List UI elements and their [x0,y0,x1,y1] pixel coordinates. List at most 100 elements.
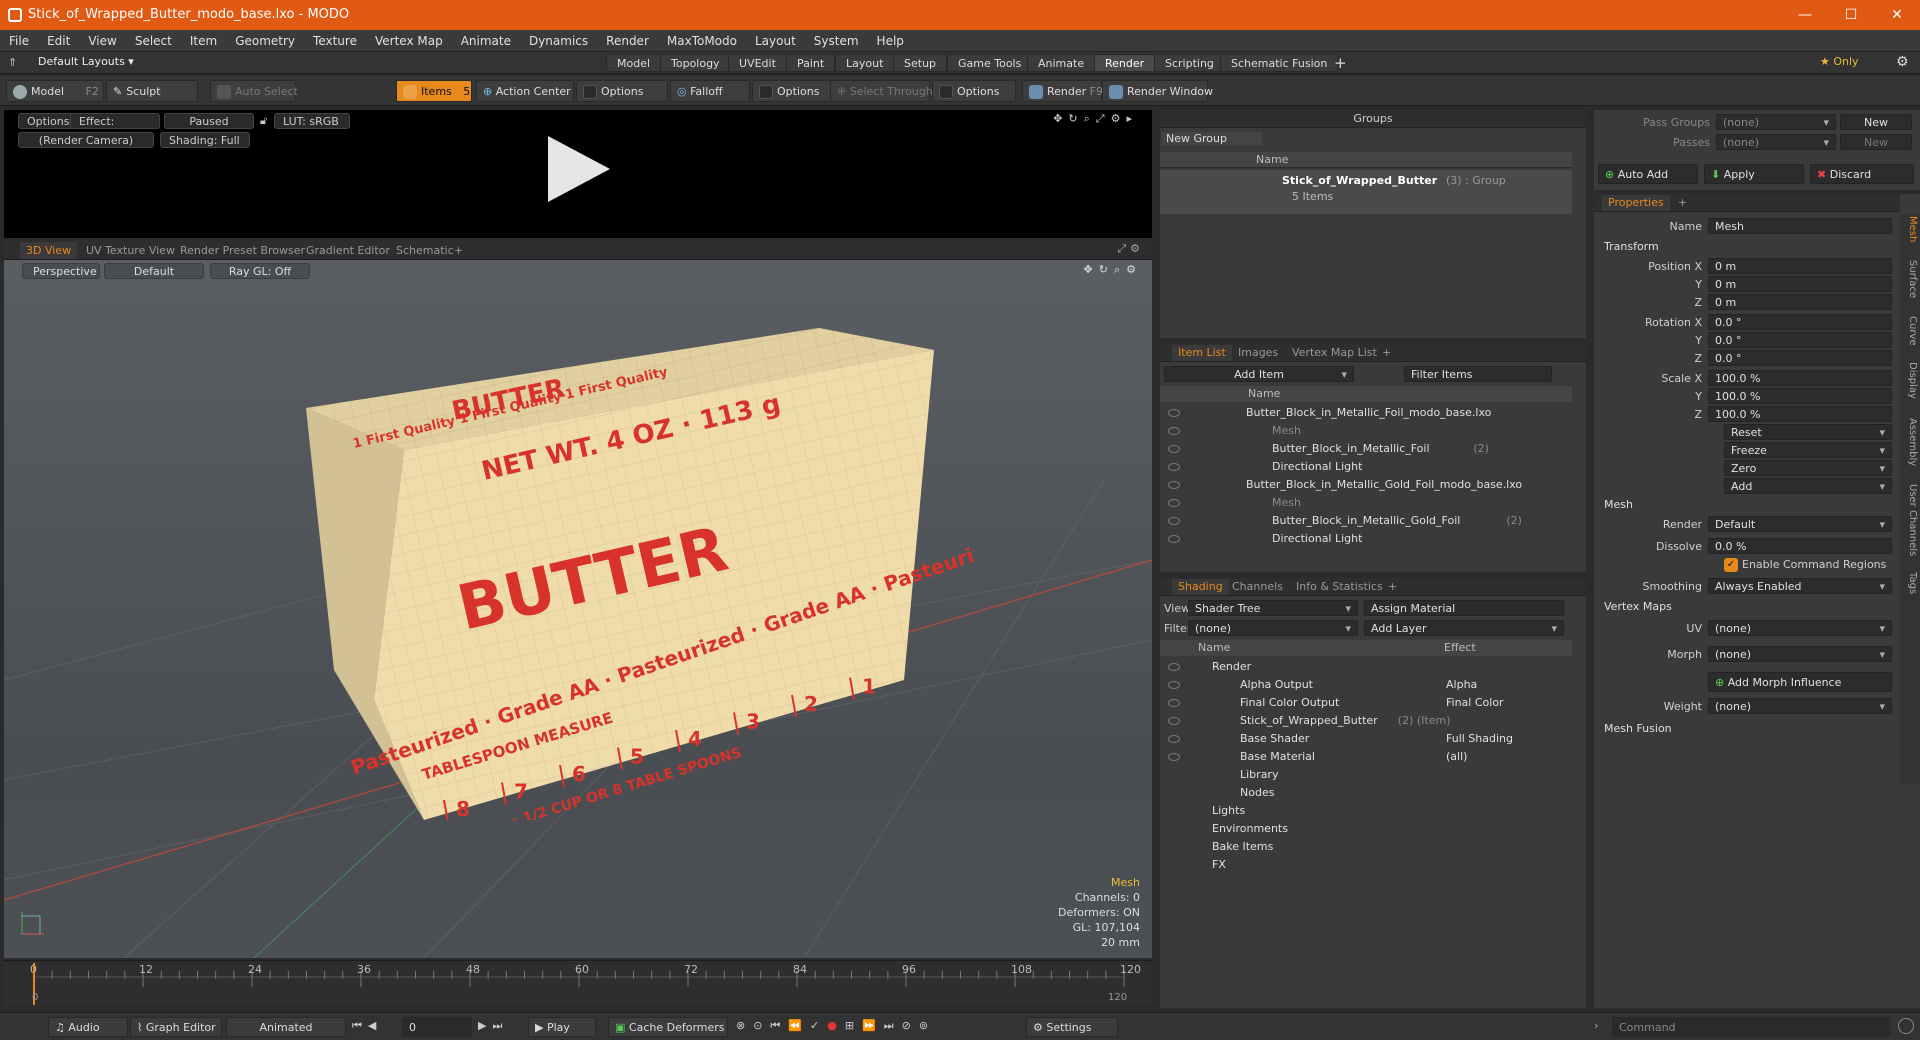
falloff-button[interactable]: ◎ Falloff [670,80,750,102]
menu-dynamics[interactable]: Dynamics [520,30,597,52]
item-list-row[interactable]: Butter_Block_in_Metallic_Foil_modo_base.… [1160,404,1572,422]
add-layer-dropdown[interactable]: Add Layer [1364,620,1564,637]
command-history-icon[interactable] [1898,1018,1914,1034]
menu-animate[interactable]: Animate [452,30,520,52]
scale-z-input[interactable]: 100.0 % [1708,406,1892,422]
rotation-y-input[interactable]: 0.0 ° [1708,332,1892,348]
shader-tree-row[interactable]: Final Color Output Final Color [1160,694,1572,712]
command-expand-icon[interactable]: › [1594,1019,1598,1032]
visibility-eye-icon[interactable] [1168,463,1180,471]
dissolve-input[interactable]: 0.0 % [1708,538,1892,554]
lock-icon[interactable]: 🔓︎ [260,114,267,128]
new-group-button[interactable]: New Group [1162,132,1262,145]
menu-edit[interactable]: Edit [38,30,79,52]
shader-effect[interactable]: Final Color [1446,694,1504,712]
tab-gradient-editor[interactable]: Gradient Editor [300,242,396,259]
tab-schematic-fusion[interactable]: Schematic Fusion [1220,54,1339,72]
play-icon[interactable] [544,134,614,204]
select-through-button[interactable]: ⁜ Select Through [830,80,933,102]
add-dropdown[interactable]: Add [1724,478,1892,495]
rotation-x-input[interactable]: 0.0 ° [1708,314,1892,330]
3d-viewport[interactable]: Perspective Default Ray GL: Off ✥↻⌕⚙ BUT… [4,260,1152,958]
filter-items-input[interactable]: Filter Items [1404,366,1552,382]
new-pass-group-button[interactable]: New [1840,114,1912,130]
transport-back-icons[interactable]: ⏮◀ [352,1019,382,1033]
group-row[interactable]: Stick_of_Wrapped_Butter (3) : Group 5 It… [1160,170,1572,214]
close-button[interactable]: ✕ [1874,0,1920,30]
position-x-input[interactable]: 0 m [1708,258,1892,274]
paused-toggle[interactable]: Paused [164,113,254,129]
tab-setup[interactable]: Setup [893,54,948,72]
shader-tree-row[interactable]: Render [1160,658,1572,676]
layout-collapse-icon[interactable]: ⇑ [8,56,17,69]
item-list-row[interactable]: Mesh [1160,494,1572,512]
enable-command-regions-checkbox[interactable]: ✓ Enable Command Regions [1724,558,1886,572]
tab-info-statistics[interactable]: Info & Statistics [1290,579,1389,595]
tab-shading[interactable]: Shading [1172,579,1229,595]
shader-tree-row[interactable]: Stick_of_Wrapped_Butter (2) (Item) [1160,712,1572,730]
side-tab-assembly[interactable]: Assembly [1902,418,1918,466]
view-dropdown[interactable]: Shader Tree [1188,600,1358,617]
morph-dropdown[interactable]: (none) [1708,646,1892,663]
position-z-input[interactable]: 0 m [1708,294,1892,310]
item-list-row[interactable]: Directional Light [1160,458,1572,476]
item-list-row[interactable]: Directional Light [1160,530,1572,548]
shader-tree-row[interactable]: Lights [1160,802,1572,820]
shading-mode-dropdown[interactable]: Default [104,263,204,279]
items-mode-button[interactable]: Items 5 [396,80,472,102]
tab-vertex-map-list[interactable]: Vertex Map List [1286,345,1383,361]
render-button[interactable]: Render F9 [1022,80,1103,102]
render-dropdown[interactable]: Default [1708,516,1892,533]
side-tab-mesh[interactable]: Mesh [1902,216,1918,242]
audio-button[interactable]: ♫ Audio [48,1017,128,1037]
preview-nav-icons[interactable]: ✥↻⌕⤢⚙▸ [1053,112,1138,126]
tab-model[interactable]: Model [606,54,662,72]
command-input[interactable]: Command [1612,1017,1890,1037]
add-item-dropdown[interactable]: Add Item [1164,366,1354,383]
render-preview[interactable]: Options Effect: (Shadi... Paused 🔓︎ LUT:… [4,110,1152,238]
uv-dropdown[interactable]: (none) [1708,620,1892,637]
add-view-tab-button[interactable]: + [448,242,469,259]
visibility-eye-icon[interactable] [1168,535,1180,543]
menu-select[interactable]: Select [126,30,181,52]
scale-x-input[interactable]: 100.0 % [1708,370,1892,386]
settings-button[interactable]: ⚙ Settings [1026,1017,1118,1037]
tab-animate[interactable]: Animate [1027,54,1096,72]
groups-name-column[interactable]: Name [1256,153,1288,166]
filter-dropdown[interactable]: (none) [1188,620,1358,637]
maximize-button[interactable]: ☐ [1828,0,1874,30]
action-center-button[interactable]: ⊕ Action Center [476,80,574,102]
render-camera-dropdown[interactable]: (Render Camera) [18,132,154,148]
shader-tree-row[interactable]: Nodes [1160,784,1572,802]
side-tab-user-channels[interactable]: User Channels [1902,484,1918,556]
graph-editor-button[interactable]: ⌇ Graph Editor [130,1017,222,1037]
visibility-eye-icon[interactable] [1168,499,1180,507]
shader-tree-row[interactable]: Base Material (all) [1160,748,1572,766]
visibility-eye-icon[interactable] [1168,517,1180,525]
reset-dropdown[interactable]: Reset [1724,424,1892,441]
menu-file[interactable]: File [0,30,38,52]
add-morph-influence-button[interactable]: ⊕ Add Morph Influence [1708,672,1892,692]
menu-render[interactable]: Render [597,30,658,52]
tab-uv-texture-view[interactable]: UV Texture View [80,242,181,259]
tab-game-tools[interactable]: Game Tools [947,54,1033,72]
tab-layout[interactable]: Layout [835,54,895,72]
rotation-z-input[interactable]: 0.0 ° [1708,350,1892,366]
tab-topology[interactable]: Topology [660,54,731,72]
lut-dropdown[interactable]: LUT: sRGB [274,113,350,129]
tab-paint[interactable]: Paint [786,54,836,72]
freeze-dropdown[interactable]: Freeze [1724,442,1892,459]
visibility-eye-icon[interactable] [1168,699,1180,707]
sculpt-mode-button[interactable]: ✎ Sculpt [106,80,198,102]
menu-maxtomodo[interactable]: MaxToModo [658,30,746,52]
assign-material-button[interactable]: Assign Material [1364,600,1564,616]
vertex-maps-section[interactable]: Vertex Maps [1604,600,1672,613]
add-shading-tab-button[interactable]: + [1382,579,1403,595]
shader-tree-row[interactable]: Base Shader Full Shading [1160,730,1572,748]
perspective-dropdown[interactable]: Perspective [22,263,100,279]
shader-tree-row[interactable]: Alpha Output Alpha [1160,676,1572,694]
select-options-button[interactable]: Options [932,80,1016,102]
visibility-eye-icon[interactable] [1168,753,1180,761]
visibility-eye-icon[interactable] [1168,445,1180,453]
timeline[interactable]: 0 12 24 36 48 60 72 84 96 108 120 0 120 [4,960,1152,1006]
